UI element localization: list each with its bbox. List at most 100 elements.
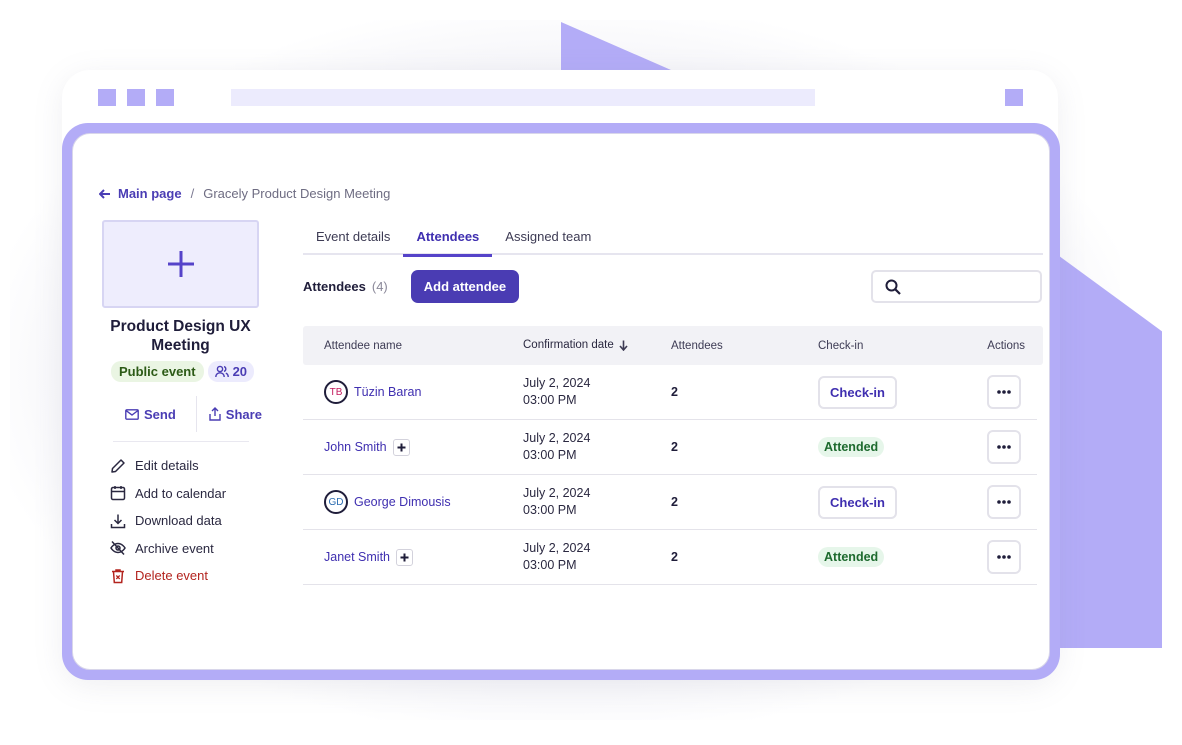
column-header-checkin[interactable]: Check-in [818, 340, 966, 352]
checkin-cell: Attended [818, 437, 966, 457]
column-header-actions: Actions [987, 339, 1025, 352]
more-horizontal-icon [997, 445, 1011, 449]
breadcrumb: Main page / Gracely Product Design Meeti… [99, 186, 390, 201]
column-header-name[interactable]: Attendee name [303, 340, 523, 352]
divider [113, 441, 249, 442]
tab-assigned-team[interactable]: Assigned team [492, 218, 604, 255]
attendees-header: Attendees (4) Add attendee [303, 270, 520, 303]
share-actions: Send Share [125, 396, 262, 432]
more-actions-button[interactable] [987, 485, 1021, 519]
more-actions-button[interactable] [987, 540, 1021, 574]
menu-item-label: Download data [135, 513, 222, 529]
plus-icon [397, 443, 406, 451]
more-horizontal-icon [997, 555, 1011, 559]
back-link[interactable]: Main page [99, 186, 182, 201]
window-control-dot [127, 89, 145, 106]
avatar: GD [324, 490, 348, 514]
add-cover-image-button[interactable] [102, 220, 259, 308]
window-menu-square [1005, 89, 1023, 106]
app-content: Main page / Gracely Product Design Meeti… [72, 133, 1050, 670]
add-to-calendar-item[interactable]: Add to calendar [110, 480, 226, 508]
confirmation-date-cell: July 2, 2024 03:00 PM [523, 540, 671, 575]
attendee-name-link[interactable]: George Dimousis [354, 495, 451, 509]
add-attendee-button[interactable]: Add attendee [410, 270, 520, 303]
menu-item-label: Archive event [135, 540, 214, 556]
attendee-count: 20 [232, 364, 248, 379]
confirmation-date-cell: July 2, 2024 03:00 PM [523, 430, 671, 465]
plus-icon [400, 553, 409, 561]
download-data-item[interactable]: Download data [110, 507, 226, 535]
eye-off-icon [110, 541, 126, 556]
check-in-button[interactable]: Check-in [818, 485, 897, 519]
attendee-cell: TB Tüzin Baran [303, 380, 523, 404]
attended-badge: Attended [818, 547, 885, 567]
search-box[interactable] [871, 270, 1042, 303]
checkin-cell: Check-in [818, 485, 966, 519]
attendee-name-link[interactable]: John Smith [324, 440, 387, 454]
back-link-label[interactable]: Main page [118, 186, 182, 201]
menu-item-label: Add to calendar [135, 485, 227, 501]
search-input[interactable] [909, 279, 1029, 294]
attendee-cell: John Smith [303, 438, 523, 456]
send-button[interactable]: Send [125, 407, 176, 422]
attendee-count-cell: 2 [671, 385, 678, 399]
add-guest-button[interactable] [396, 548, 414, 566]
tab-event-details[interactable]: Event details [303, 218, 403, 255]
plus-icon [167, 251, 194, 277]
more-actions-button[interactable] [987, 430, 1021, 464]
more-horizontal-icon [997, 500, 1011, 504]
pencil-icon [111, 459, 125, 473]
download-icon [110, 514, 126, 528]
time-text: 03:00 PM [523, 558, 577, 572]
attendee-cell: GD George Dimousis [303, 490, 523, 514]
attended-badge: Attended [818, 437, 885, 457]
breadcrumb-current: Gracely Product Design Meeting [203, 186, 391, 201]
confirmation-date-cell: July 2, 2024 03:00 PM [523, 375, 671, 410]
trash-icon [112, 569, 124, 583]
event-title: Product Design UX Meeting [110, 318, 251, 354]
attendee-name-link[interactable]: Janet Smith [324, 550, 390, 564]
check-in-button[interactable]: Check-in [818, 375, 897, 409]
table-row: GD George Dimousis July 2, 2024 03:00 PM… [303, 475, 1037, 530]
share-label[interactable]: Share [226, 407, 262, 422]
more-actions-button[interactable] [987, 375, 1021, 409]
share-icon [209, 407, 221, 421]
breadcrumb-separator: / [190, 186, 195, 201]
column-header-attendees[interactable]: Attendees [671, 340, 818, 352]
app-frame: Main page / Gracely Product Design Meeti… [62, 123, 1060, 680]
column-header-label: Confirmation date [523, 338, 614, 351]
column-header-date[interactable]: Confirmation date [523, 337, 671, 355]
send-label[interactable]: Send [144, 407, 176, 422]
users-icon [214, 365, 229, 378]
avatar-initials: GD [328, 496, 344, 508]
actions-cell [966, 485, 1037, 519]
tab-attendees[interactable]: Attendees [403, 218, 493, 257]
date-text: July 2, 2024 [523, 485, 591, 500]
checkin-cell: Attended [818, 547, 966, 567]
attendee-count-cell: 2 [671, 440, 678, 454]
attendee-count-badge: 20 [207, 361, 255, 382]
actions-cell [966, 540, 1037, 574]
actions-cell [966, 375, 1037, 409]
attendees-count: (4) [371, 279, 388, 294]
mail-icon [125, 408, 139, 420]
attendees-heading: Attendees [303, 279, 366, 294]
window-control-dot [98, 89, 116, 106]
search-icon [885, 279, 901, 295]
table-row: TB Tüzin Baran July 2, 2024 03:00 PM 2 C… [303, 365, 1037, 420]
share-button[interactable]: Share [209, 407, 262, 422]
add-guest-button[interactable] [392, 438, 410, 456]
edit-details-item[interactable]: Edit details [110, 452, 226, 480]
menu-item-label: Edit details [135, 458, 199, 474]
delete-event-item[interactable]: Delete event [110, 562, 226, 590]
checkin-cell: Check-in [818, 375, 966, 409]
actions-cell [966, 430, 1037, 464]
event-actions-menu: Edit details Add to calendar Download da… [110, 452, 226, 590]
attendees-table: Attendee name Confirmation date Attendee… [303, 326, 1043, 585]
calendar-icon [110, 486, 126, 501]
date-text: July 2, 2024 [523, 375, 591, 390]
confirmation-date-cell: July 2, 2024 03:00 PM [523, 485, 671, 520]
archive-event-item[interactable]: Archive event [110, 535, 226, 563]
attendee-name-link[interactable]: Tüzin Baran [354, 385, 421, 399]
attendee-count-cell: 2 [671, 495, 678, 509]
